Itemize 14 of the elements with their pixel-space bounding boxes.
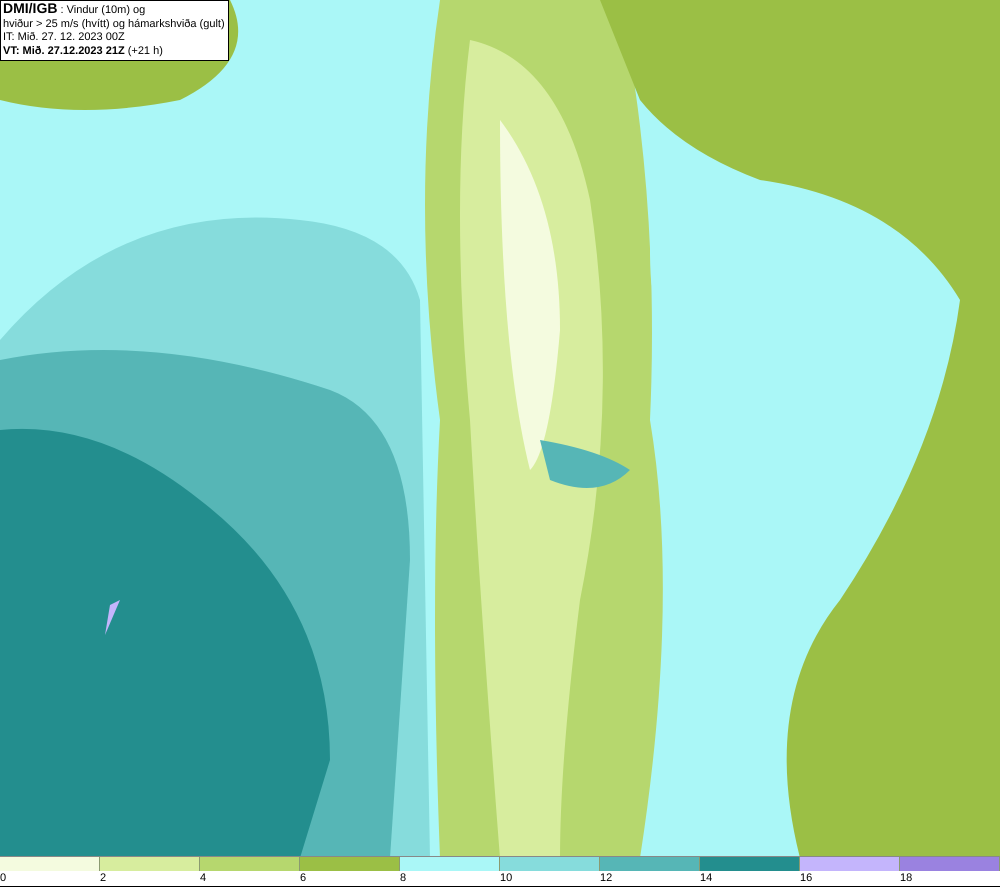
info-text: IT: Mið. 27. 12. 2023 00Z bbox=[3, 31, 126, 44]
legend-label: 16 bbox=[800, 871, 814, 886]
info-text: DMI/IGB : Vindur (10m) og bbox=[3, 2, 146, 18]
legend-label: 6 bbox=[300, 871, 308, 886]
legend-label: 4 bbox=[200, 871, 208, 886]
legend-label: 14 bbox=[700, 871, 714, 886]
info-text: VT: Mið. 27.12.2023 21Z (+21 h) bbox=[3, 44, 164, 58]
legend-label: 8 bbox=[400, 871, 408, 886]
info-text: hviður > 25 m/s (hvítt) og hámarkshviða (gult) bbox=[3, 18, 225, 31]
legend-label: 2 bbox=[100, 871, 108, 886]
legend-label: 0 bbox=[0, 871, 8, 886]
legend-label: 18 bbox=[900, 871, 914, 886]
legend-label: 12 bbox=[600, 871, 614, 886]
legend-label: 10 bbox=[500, 871, 514, 886]
